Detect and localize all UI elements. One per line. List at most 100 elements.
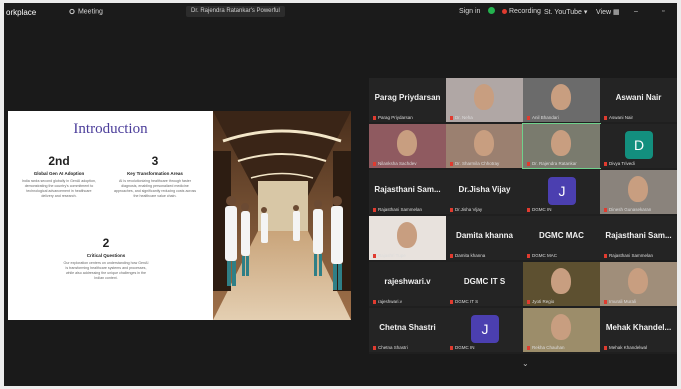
participant-face xyxy=(628,268,648,294)
maximize-button[interactable]: ▫ xyxy=(662,8,664,15)
metric-text: India ranks second globally in GenAI ado… xyxy=(21,179,97,198)
participant-caption: Divya Trivedi xyxy=(604,161,635,166)
youtube-stream[interactable]: St. YouTube ▾ xyxy=(544,8,587,16)
participant-name: DGMC IT S xyxy=(463,277,506,286)
recording-label: Recording xyxy=(508,8,541,15)
slide-text-panel: Introduction 2nd Global Gen AI Adoption … xyxy=(8,111,213,320)
participant-tile[interactable]: Rajashri Tupe xyxy=(369,216,446,260)
participant-caption-text: Dr. Sharmila Chhotray xyxy=(455,161,500,166)
participant-caption: Jyoti Regio xyxy=(527,299,554,304)
participant-tile[interactable]: rajeshwari.v rajeshwari.v xyxy=(369,262,446,306)
mic-muted-icon xyxy=(604,161,607,166)
participant-caption: Rajashri Tupe xyxy=(373,253,406,258)
participant-tile[interactable]: Dinesh Gunasekaran xyxy=(600,170,677,214)
recording-indicator[interactable]: Recording xyxy=(502,8,541,15)
participant-caption-text: Rajasthani Sammelan xyxy=(609,253,654,258)
participant-tile[interactable]: Aswani Nair Aswani Nair xyxy=(600,78,677,122)
participant-caption-text: Imurali Murali xyxy=(609,299,637,304)
participant-caption-text: rajeshwari.v xyxy=(378,299,403,304)
share-tab[interactable]: Dr. Rajendra Ratankar's Powerful xyxy=(186,6,285,17)
participant-name: Mehak Khandel... xyxy=(605,323,672,332)
participant-caption-text: Chetna Shastri xyxy=(378,345,408,350)
participant-caption: Dr.Jisha Vijay xyxy=(450,207,482,212)
participant-caption-text: Rekha Chauhan xyxy=(532,345,565,350)
metric-number: 2 xyxy=(102,236,110,250)
participant-name: Rajasthani Sam... xyxy=(374,185,441,194)
participant-name: Aswani Nair xyxy=(615,93,662,102)
mic-muted-icon xyxy=(450,161,453,166)
participant-tile[interactable]: Imurali Murali xyxy=(600,262,677,306)
participant-tile[interactable]: J DGMC IN xyxy=(523,170,600,214)
chevron-down-icon: ▾ xyxy=(583,9,588,16)
participant-name: Damita khanna xyxy=(456,231,513,240)
app-name: orkplace xyxy=(6,8,37,17)
chevron-down-icon[interactable]: ⌄ xyxy=(522,359,529,368)
settings-icon xyxy=(69,8,75,15)
meeting-menu[interactable]: Meeting xyxy=(68,8,103,15)
participant-tile[interactable]: Parag Priydarsan Parag Priydarsan xyxy=(369,78,446,122)
participant-caption: Chetna Shastri xyxy=(373,345,408,350)
participant-caption: Mehak Khandelwal xyxy=(604,345,647,350)
participant-caption-text: Rajashri Tupe xyxy=(378,253,406,258)
participant-name: Chetna Shastri xyxy=(379,323,436,332)
view-menu[interactable]: View ▦ xyxy=(596,8,620,16)
mic-muted-icon xyxy=(450,207,453,212)
participant-caption: Rajasthani Sammelan xyxy=(604,253,653,258)
metric-number: 2nd xyxy=(48,154,70,168)
participant-tile[interactable]: Nilanksha Sachdev xyxy=(369,124,446,168)
participant-caption-text: Dr. Rajendra Ratankar xyxy=(532,161,577,166)
slide-title: Introduction xyxy=(73,121,148,137)
participant-caption-text: DGMC IN xyxy=(532,207,552,212)
participant-caption-text: Dr. Neha xyxy=(455,115,473,120)
participant-face xyxy=(551,130,571,156)
participant-face xyxy=(474,130,494,156)
participant-tile[interactable]: Dr. Sharmila Chhotray xyxy=(446,124,523,168)
mic-muted-icon xyxy=(604,299,607,304)
record-dot-icon xyxy=(502,8,507,14)
participant-tile[interactable]: Chetna Shastri Chetna Shastri xyxy=(369,308,446,352)
participant-tile[interactable]: Dr. Neha xyxy=(446,78,523,122)
participant-tile[interactable]: D Divya Trivedi xyxy=(600,124,677,168)
participant-caption-text: Divya Trivedi xyxy=(609,161,635,166)
participant-name: Parag Priydarsan xyxy=(374,93,441,102)
mic-muted-icon xyxy=(450,115,453,120)
participant-tile[interactable]: Anil Bhandari xyxy=(523,78,600,122)
participant-tile[interactable]: Dr. Rajendra Ratankar xyxy=(522,123,601,169)
participant-tile[interactable]: Damita khanna Damita khanna xyxy=(446,216,523,260)
participant-caption-text: Mehak Khandelwal xyxy=(609,345,648,350)
participant-tile[interactable]: Rajasthani Sam... Rajasthani Sammelan xyxy=(600,216,677,260)
participant-tile[interactable]: Rekha Chauhan xyxy=(523,308,600,352)
participant-caption: Dr. Neha xyxy=(450,115,473,120)
participant-name: Rajasthani Sam... xyxy=(605,231,672,240)
participant-caption-text: Anil Bhandari xyxy=(532,115,559,120)
mic-muted-icon xyxy=(527,253,530,258)
participant-tile[interactable]: DGMC MAC DGMC MAC xyxy=(523,216,600,260)
sign-in-link[interactable]: Sign in xyxy=(459,8,480,15)
mic-muted-icon xyxy=(373,207,376,212)
hospital-corridor-image xyxy=(213,111,351,320)
avatar: J xyxy=(471,315,499,343)
participant-caption: DGMC IN xyxy=(450,345,475,350)
security-icon[interactable] xyxy=(488,7,495,14)
mic-muted-icon xyxy=(527,207,530,212)
participant-caption: Dinesh Gunasekaran xyxy=(604,207,651,212)
participant-caption: rajeshwari.v xyxy=(373,299,402,304)
participant-tile[interactable]: DGMC IT S DGMC IT S xyxy=(446,262,523,306)
participant-tile[interactable]: Rajasthani Sam... Rajasthani Sammelan xyxy=(369,170,446,214)
participant-tile[interactable]: Mehak Khandel... Mehak Khandelwal xyxy=(600,308,677,352)
minimize-button[interactable]: – xyxy=(634,8,638,15)
participant-name: Dr.Jisha Vijay xyxy=(458,185,511,194)
participant-face xyxy=(628,176,648,202)
metric-transformation: 3 Key Transformation Areas AI is revolut… xyxy=(112,154,198,199)
metric-adoption: 2nd Global Gen AI Adoption India ranks s… xyxy=(20,154,98,199)
participant-caption: Dr. Sharmila Chhotray xyxy=(450,161,499,166)
mic-muted-icon xyxy=(527,345,530,350)
participant-caption-text: Nilanksha Sachdev xyxy=(378,161,417,166)
participant-tile[interactable]: Jyoti Regio xyxy=(523,262,600,306)
participant-tile[interactable]: Dr.Jisha Vijay Dr.Jisha Vijay xyxy=(446,170,523,214)
participant-face xyxy=(397,222,417,248)
participant-tile[interactable]: J DGMC IN xyxy=(446,308,523,352)
participant-caption: Damita khanna xyxy=(450,253,485,258)
mic-muted-icon xyxy=(604,253,607,258)
participant-gallery: Parag Priydarsan Parag Priydarsan Dr. Neha… xyxy=(369,78,677,354)
